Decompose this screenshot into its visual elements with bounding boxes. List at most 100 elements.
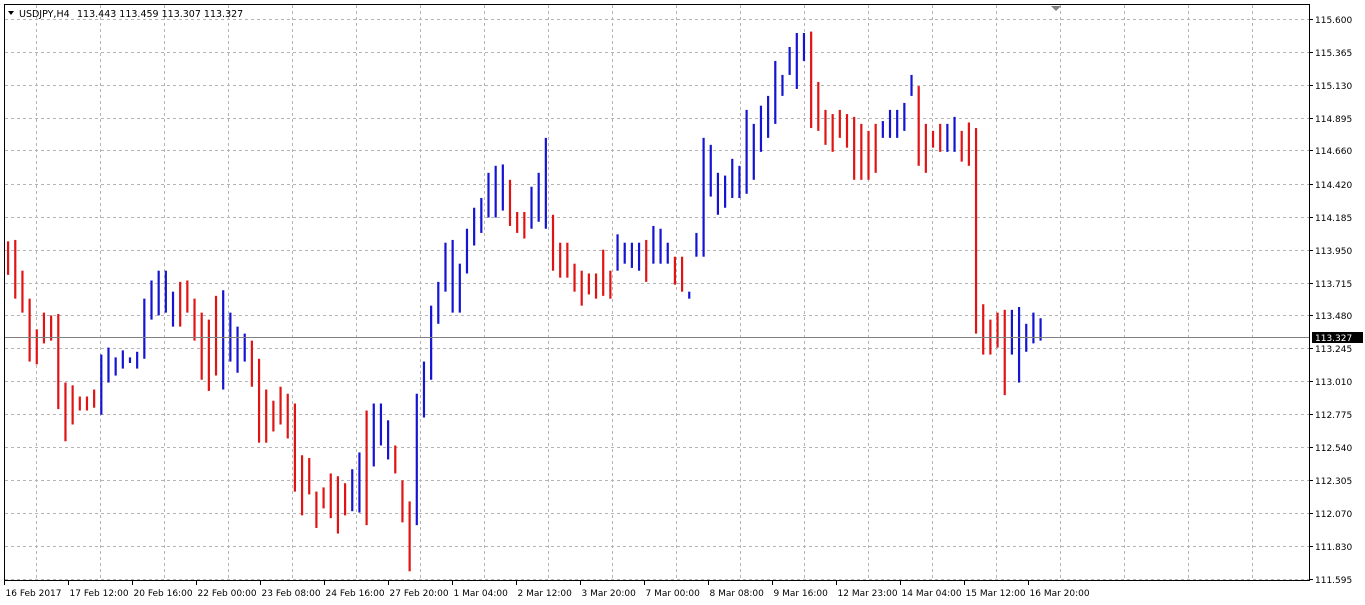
price-bar bbox=[645, 239, 648, 282]
price-bar bbox=[494, 165, 497, 218]
price-bar bbox=[616, 234, 619, 271]
price-bar bbox=[408, 501, 411, 572]
price-bar bbox=[193, 298, 196, 341]
price-bar bbox=[71, 385, 74, 425]
price-tick-label: 114.420 bbox=[1315, 181, 1352, 191]
price-bar bbox=[473, 207, 476, 246]
price-bar bbox=[931, 130, 935, 148]
price-bar bbox=[673, 256, 677, 285]
price-bar bbox=[516, 211, 519, 233]
price-bar bbox=[924, 123, 927, 173]
price-bar bbox=[709, 144, 712, 197]
chart-header: USDJPY,H4 113.443 113.459 113.307 113.32… bbox=[8, 9, 243, 20]
price-bar bbox=[530, 186, 533, 229]
price-bar bbox=[946, 123, 949, 152]
price-bar bbox=[810, 31, 813, 129]
price-bar bbox=[336, 476, 340, 534]
price-bar bbox=[150, 280, 153, 320]
price-bar bbox=[343, 483, 347, 516]
price-tick-label: 112.070 bbox=[1315, 510, 1352, 520]
price-bar bbox=[580, 270, 583, 306]
price-bar bbox=[881, 121, 884, 138]
price-bar bbox=[724, 175, 727, 208]
price-bar bbox=[781, 74, 784, 96]
price-bar bbox=[609, 270, 612, 299]
chart-ohlc: 113.443 113.459 113.307 113.327 bbox=[77, 9, 243, 20]
price-bar bbox=[939, 123, 942, 152]
price-bar bbox=[430, 305, 433, 380]
price-tick-label: 112.540 bbox=[1315, 444, 1352, 454]
price-bar bbox=[867, 130, 870, 180]
price-bar bbox=[465, 228, 469, 274]
time-tick-label: 24 Feb 16:00 bbox=[326, 589, 385, 599]
price-tick-label: 114.185 bbox=[1315, 214, 1352, 224]
time-tick-label: 9 Mar 16:00 bbox=[774, 589, 829, 599]
price-bar bbox=[795, 32, 798, 89]
price-tick-label: 115.130 bbox=[1315, 82, 1352, 92]
price-bar bbox=[121, 350, 124, 369]
price-bar bbox=[171, 291, 175, 327]
price-bar bbox=[788, 46, 791, 75]
price-bar bbox=[114, 357, 117, 376]
price-bar bbox=[759, 105, 763, 152]
time-tick-label: 20 Feb 16:00 bbox=[134, 589, 193, 599]
time-tick-label: 8 Mar 08:00 bbox=[710, 589, 765, 599]
price-bar bbox=[401, 480, 404, 523]
price-bar bbox=[14, 239, 17, 299]
time-tick-label: 16 Mar 20:00 bbox=[1030, 589, 1090, 599]
price-bar bbox=[451, 239, 454, 313]
price-bar bbox=[602, 249, 605, 296]
price-bar bbox=[831, 114, 834, 152]
price-bar bbox=[437, 281, 440, 324]
price-bar bbox=[824, 109, 827, 145]
price-bar bbox=[874, 123, 877, 173]
price-bar bbox=[659, 228, 662, 264]
price-bar bbox=[107, 347, 110, 383]
price-bar bbox=[802, 32, 806, 61]
price-bar bbox=[365, 410, 368, 526]
price-bar bbox=[680, 256, 684, 292]
price-bar bbox=[308, 458, 311, 495]
price-bar bbox=[853, 116, 856, 180]
time-tick-label: 7 Mar 00:00 bbox=[646, 589, 701, 599]
price-bar bbox=[222, 290, 225, 390]
price-bar bbox=[186, 280, 189, 313]
time-tick-label: 12 Mar 23:00 bbox=[838, 589, 898, 599]
time-tick-label: 14 Mar 04:00 bbox=[902, 589, 962, 599]
price-bar bbox=[594, 273, 598, 299]
price-bar bbox=[293, 403, 296, 492]
time-tick-label: 2 Mar 12:00 bbox=[518, 589, 573, 599]
time-tick-label: 17 Feb 12:00 bbox=[70, 589, 129, 599]
price-bar bbox=[64, 382, 67, 442]
price-bar bbox=[7, 241, 10, 275]
price-bar bbox=[322, 487, 325, 509]
price-bar bbox=[537, 172, 540, 222]
price-tick-label: 111.595 bbox=[1315, 576, 1352, 586]
time-tick-label: 22 Feb 00:00 bbox=[198, 589, 257, 599]
price-bar bbox=[551, 214, 555, 271]
price-bar bbox=[1032, 312, 1035, 344]
price-bar bbox=[953, 116, 956, 152]
price-bar bbox=[136, 351, 139, 369]
price-bar bbox=[444, 242, 447, 292]
price-bar bbox=[982, 304, 985, 355]
price-bar bbox=[501, 164, 504, 211]
price-tick-label: 114.660 bbox=[1315, 147, 1352, 157]
price-bar bbox=[207, 319, 210, 391]
price-bar bbox=[100, 354, 103, 415]
price-bar bbox=[200, 312, 203, 380]
price-bar bbox=[372, 403, 375, 467]
price-bar bbox=[78, 396, 81, 411]
price-bar bbox=[300, 455, 304, 516]
price-tick-label: 113.480 bbox=[1315, 312, 1352, 322]
price-tick-label: 115.365 bbox=[1315, 49, 1352, 59]
price-bar bbox=[351, 469, 354, 512]
price-bar bbox=[272, 400, 275, 432]
price-bar bbox=[128, 357, 132, 363]
price-bar bbox=[996, 312, 999, 348]
current-price-tag: 113.327 bbox=[1312, 332, 1363, 344]
price-bar bbox=[286, 393, 289, 439]
price-bar bbox=[544, 137, 547, 229]
price-bar bbox=[637, 242, 641, 271]
price-bar bbox=[315, 491, 318, 528]
